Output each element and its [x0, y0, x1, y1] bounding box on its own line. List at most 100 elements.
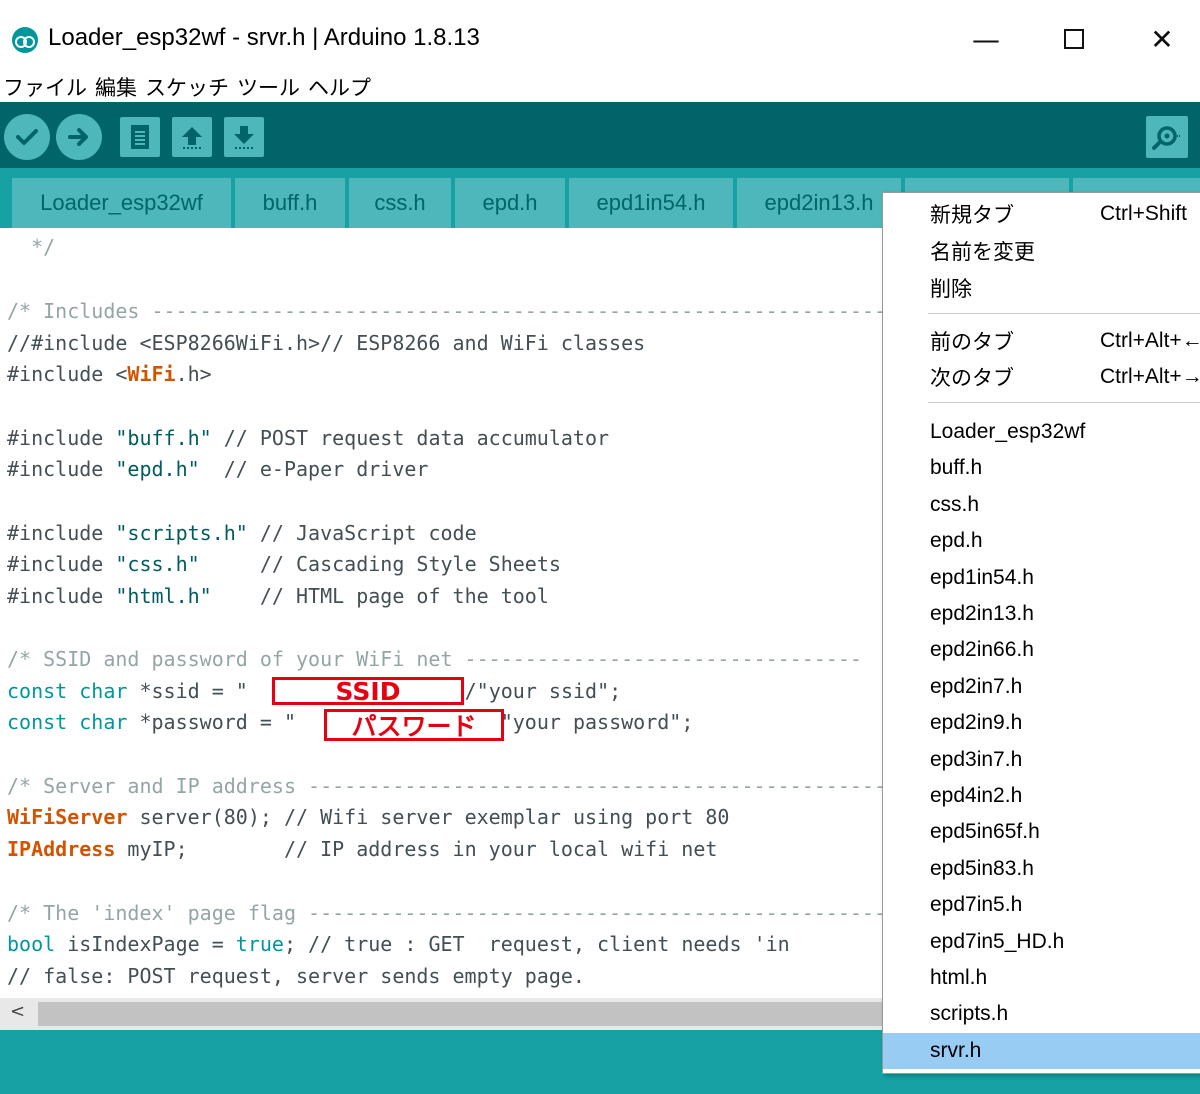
menu-next-tab[interactable]: 次のタブ Ctrl+Alt+→ — [883, 359, 1200, 395]
code-line: bool isIndexPage = true; // true : GET r… — [7, 932, 790, 956]
menu-file-item[interactable]: epd4in2.h — [883, 778, 1200, 814]
minimize-button[interactable]: — — [956, 16, 1016, 62]
menu-delete[interactable]: 削除 — [883, 270, 1200, 306]
menu-file-item[interactable]: epd3in7.h — [883, 742, 1200, 778]
password-annotation: パスワード — [324, 709, 504, 741]
menu-file[interactable]: ファイル — [0, 72, 92, 102]
save-sketch-button[interactable] — [224, 117, 264, 157]
verify-button[interactable] — [4, 114, 50, 160]
menu-file-label: epd2in9.h — [930, 711, 1023, 734]
arduino-logo-icon — [12, 27, 38, 53]
code-line: /* The 'index' page flag ---------------… — [7, 901, 882, 925]
serial-monitor-button[interactable] — [1146, 116, 1188, 158]
menu-file-item[interactable]: epd7in5.h — [883, 887, 1200, 923]
maximize-icon — [1064, 29, 1084, 49]
menu-file-item[interactable]: epd2in7.h — [883, 669, 1200, 705]
scroll-left-icon[interactable]: < — [10, 1001, 25, 1022]
menu-prev-tab[interactable]: 前のタブ Ctrl+Alt+← — [883, 323, 1200, 359]
ssid-annotation: SSID — [272, 677, 464, 706]
menu-file-item[interactable]: buff.h — [883, 450, 1200, 486]
code-line: /* SSID and password of your WiFi net --… — [7, 647, 862, 671]
window-title: Loader_esp32wf - srvr.h | Arduino 1.8.13 — [48, 24, 480, 51]
menu-file-label: epd.h — [930, 529, 983, 552]
tab-css-h[interactable]: css.h — [349, 178, 451, 228]
code-line: // false: POST request, server sends emp… — [7, 964, 585, 988]
menu-file-item[interactable]: epd5in65f.h — [883, 814, 1200, 850]
menu-help[interactable]: ヘルプ — [305, 72, 376, 102]
menu-file-label: epd7in5_HD.h — [930, 930, 1065, 953]
toolbar — [0, 102, 1200, 168]
menu-file-item[interactable]: epd7in5_HD.h — [883, 924, 1200, 960]
menu-file-item[interactable]: html.h — [883, 960, 1200, 996]
menu-file-item[interactable]: epd.h — [883, 523, 1200, 559]
menu-file-label: epd1in54.h — [930, 566, 1034, 589]
menu-file-label: epd2in7.h — [930, 675, 1023, 698]
code-line: #include <WiFi.h> — [7, 362, 212, 386]
title-bar: Loader_esp32wf - srvr.h | Arduino 1.8.13… — [0, 0, 1200, 72]
tab-loader-esp32wf[interactable]: Loader_esp32wf — [12, 178, 231, 228]
menu-bar: ファイル 編集 スケッチ ツール ヘルプ — [0, 72, 1200, 102]
tab-epd2in13-h[interactable]: epd2in13.h — [737, 178, 901, 228]
code-line: /* Includes ----------------------------… — [7, 299, 882, 323]
horizontal-scrollbar[interactable]: < — [0, 998, 882, 1030]
menu-file-label: epd4in2.h — [930, 784, 1023, 807]
new-sketch-button[interactable] — [120, 117, 160, 157]
tab-buff-h[interactable]: buff.h — [235, 178, 345, 228]
arrow-up-icon — [182, 127, 202, 149]
menu-sketch[interactable]: スケッチ — [142, 72, 234, 102]
scrollbar-thumb[interactable] — [38, 1002, 882, 1026]
close-button[interactable]: ✕ — [1132, 16, 1192, 62]
menu-file-label: srvr.h — [930, 1039, 982, 1062]
menu-new-tab[interactable]: 新規タブ Ctrl+Shift — [883, 196, 1200, 232]
arrow-down-icon — [234, 126, 254, 149]
menu-separator — [928, 402, 1200, 403]
menu-file-label: epd2in13.h — [930, 602, 1034, 625]
new-file-icon — [131, 125, 149, 149]
arrow-right-icon — [68, 128, 88, 146]
code-line: #include "scripts.h" // JavaScript code — [7, 521, 477, 545]
code-line: WiFiServer server(80); // Wifi server ex… — [7, 805, 730, 829]
menu-file-label: css.h — [930, 493, 980, 516]
menu-file-item[interactable]: epd2in9.h — [883, 705, 1200, 741]
menu-rename[interactable]: 名前を変更 — [883, 233, 1200, 269]
code-line: #include "html.h" // HTML page of the to… — [7, 584, 549, 608]
menu-file-label: epd2in66.h — [930, 638, 1034, 661]
menu-file-item[interactable]: epd5in83.h — [883, 851, 1200, 887]
menu-file-item[interactable]: epd2in66.h — [883, 632, 1200, 668]
code-line: //#include <ESP8266WiFi.h>// ESP8266 and… — [7, 331, 646, 355]
maximize-button[interactable] — [1044, 16, 1104, 62]
menu-file-label: html.h — [930, 966, 988, 989]
code-editor[interactable]: */ /* Includes -------------------------… — [0, 228, 882, 998]
code-line: #include "epd.h" // e-Paper driver — [7, 457, 429, 481]
menu-edit[interactable]: 編集 — [92, 72, 142, 102]
menu-file-item[interactable]: epd1in54.h — [883, 560, 1200, 596]
open-sketch-button[interactable] — [172, 117, 212, 157]
magnifier-icon — [1152, 126, 1180, 150]
close-icon: ✕ — [1150, 22, 1174, 56]
tab-epd1in54-h[interactable]: epd1in54.h — [569, 178, 733, 228]
code-line: IPAddress myIP; // IP address in your lo… — [7, 837, 718, 861]
code-line: /* Server and IP address ---------------… — [7, 774, 882, 798]
menu-file-item[interactable]: scripts.h — [883, 996, 1200, 1032]
menu-file-item[interactable]: srvr.h — [883, 1033, 1200, 1069]
menu-file-label: Loader_esp32wf — [930, 420, 1086, 443]
minimize-icon: — — [972, 22, 1000, 56]
menu-file-item[interactable]: Loader_esp32wf — [883, 414, 1200, 450]
upload-button[interactable] — [56, 114, 102, 160]
menu-tools[interactable]: ツール — [234, 72, 305, 102]
code-line: #include "css.h" // Cascading Style Shee… — [7, 552, 561, 576]
menu-file-label: scripts.h — [930, 1002, 1009, 1025]
menu-file-item[interactable]: css.h — [883, 487, 1200, 523]
menu-separator — [928, 313, 1200, 314]
check-icon — [16, 129, 38, 145]
menu-file-label: epd7in5.h — [930, 893, 1023, 916]
code-line: */ — [7, 235, 56, 259]
tab-epd-h[interactable]: epd.h — [455, 178, 565, 228]
menu-file-item[interactable]: epd2in13.h — [883, 596, 1200, 632]
menu-file-label: epd5in65f.h — [930, 820, 1040, 843]
tab-context-menu: 新規タブ Ctrl+Shift 名前を変更 削除 前のタブ Ctrl+Alt+← 次… — [882, 192, 1200, 1074]
code-line: #include "buff.h" // POST request data a… — [7, 426, 610, 450]
menu-file-label: epd5in83.h — [930, 857, 1034, 880]
menu-file-label: epd3in7.h — [930, 748, 1023, 771]
menu-file-label: buff.h — [930, 456, 983, 479]
